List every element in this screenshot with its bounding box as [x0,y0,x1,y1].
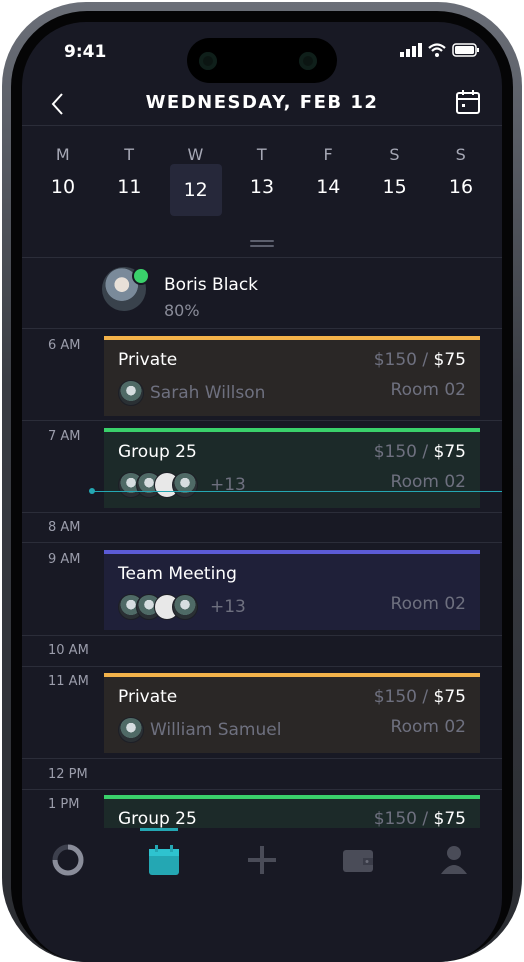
calendar-picker-icon[interactable] [454,88,482,116]
person-avatar [118,717,144,743]
event-room: Room 02 [390,717,466,737]
day-number: 13 [249,176,275,198]
slot-divider [22,420,502,421]
participant-avatar [172,594,198,620]
day-number: 15 [382,176,407,198]
event-price: $150 / $75 [373,687,466,707]
event-person: Sarah Willson [118,380,265,406]
page-title: WEDNESDAY, FEB 12 [145,92,379,113]
sensor-icon [299,52,317,70]
active-tab-indicator [140,828,178,831]
slot-divider [22,542,502,543]
time-label: 10 AM [48,643,89,658]
day-letter: T [124,145,135,164]
time-label: 9 AM [48,552,81,567]
dynamic-island [187,38,337,83]
time-label: 11 AM [48,674,89,689]
calendar-icon[interactable] [146,842,182,878]
event-participants: +13 [118,594,246,620]
time-label: 7 AM [48,429,81,444]
drag-handle[interactable] [250,240,274,247]
time-label: 12 PM [48,767,88,782]
day-letter: S [389,145,400,164]
event-price: $150 / $75 [373,350,466,370]
day-letter: T [256,145,268,164]
week-strip: M 10 T 11 W 12 T 13 F 14 S 15 S 16 [37,142,487,216]
event-card[interactable]: Private $150 / $75 Sarah Willson Room 02 [104,336,480,416]
wallet-icon[interactable] [340,842,376,878]
day-number: 12 [169,164,222,216]
day-fri[interactable]: F 14 [302,142,354,198]
profile-icon[interactable] [436,842,472,878]
battery-icon [452,43,479,57]
current-time-line [92,491,502,492]
event-room: Room 02 [390,472,466,492]
day-letter: F [323,145,334,164]
header-divider [22,125,502,126]
phone: 9:41 WEDNESDAY, FEB 12 M 10 T 11 W 12 T 13 F… [0,0,524,962]
activity-icon[interactable] [50,842,86,878]
event-card[interactable]: Team Meeting +13 Room 02 [104,550,480,630]
day-number: 16 [448,176,474,198]
profile-row[interactable]: Boris Black 80% [102,267,258,320]
camera-icon [199,52,217,70]
slot-divider [22,635,502,636]
event-card[interactable]: Group 25 $150 / $75 +13 Room 02 [104,428,480,508]
tab-bar [22,828,502,898]
wifi-icon [428,43,446,57]
time-label: 6 AM [48,338,81,353]
week-divider [22,257,502,258]
slot-divider [22,328,502,329]
day-mon[interactable]: M 10 [37,142,89,198]
day-letter: S [455,145,467,164]
day-number: 10 [50,176,76,198]
add-icon[interactable] [244,842,280,878]
person-avatar [118,380,144,406]
day-tue[interactable]: T 11 [103,142,155,198]
slot-divider [22,666,502,667]
time-label: 8 AM [48,520,81,535]
status-time: 9:41 [64,42,107,62]
event-room: Room 02 [390,594,466,614]
event-room: Room 02 [390,380,466,400]
online-status-dot [132,267,150,285]
event-person: William Samuel [118,717,281,743]
day-sun[interactable]: S 16 [435,142,487,198]
screen: 9:41 WEDNESDAY, FEB 12 M 10 T 11 W 12 T 13 F… [22,22,502,962]
avatar [102,267,150,311]
profile-name: Boris Black [164,275,259,295]
header: WEDNESDAY, FEB 12 [22,84,502,124]
slot-divider [22,512,502,513]
day-number: 11 [117,176,142,198]
signal-icon [400,43,422,57]
event-title: Team Meeting [118,564,237,584]
day-thu[interactable]: T 13 [236,142,288,198]
day-wed-selected[interactable]: W 12 [169,142,222,216]
day-number: 14 [316,176,341,198]
profile-percent: 80% [164,301,200,320]
status-icons [400,43,480,57]
slot-divider [22,789,502,790]
day-letter: M [55,145,71,164]
time-label: 1 PM [48,797,80,812]
event-card[interactable]: Private $150 / $75 William Samuel Room 0… [104,673,480,753]
event-price: $150 / $75 [373,442,466,462]
event-participants: +13 [118,472,246,498]
event-price: $150 / $75 [373,809,466,829]
participant-avatar [172,472,198,498]
slot-divider [22,758,502,759]
day-sat[interactable]: S 15 [369,142,421,198]
